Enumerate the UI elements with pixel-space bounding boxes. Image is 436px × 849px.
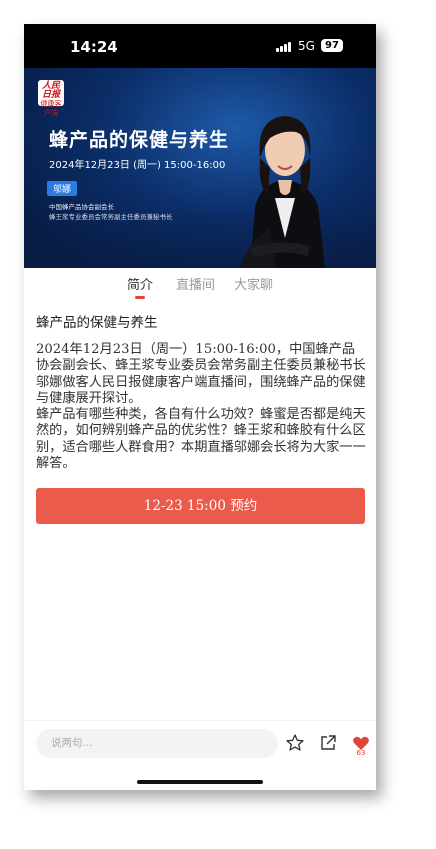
status-time: 14:24 (70, 38, 118, 56)
like-count: 63 (356, 749, 366, 757)
live-banner: 人民日报 健康客户端 蜂产品的保健与养生 2024年12月23日 (周一) 15… (24, 68, 376, 268)
banner-datetime: 2024年12月23日 (周一) 15:00-16:00 (49, 160, 226, 171)
battery-icon: 97 (321, 39, 343, 52)
network-label: 5G (298, 39, 315, 53)
tab-chat[interactable]: 大家聊 (234, 274, 273, 293)
app-logo: 人民日报 健康客户端 (38, 80, 64, 117)
content-title: 蜂产品的保健与养生 (36, 315, 158, 331)
tab-intro[interactable]: 简介 (127, 274, 153, 293)
speaker-role-1: 中国蜂产品协会副会长 (49, 203, 114, 211)
bottom-bar: 说两句... 63 (24, 720, 376, 767)
status-bar: 14:24 5G 97 (24, 24, 376, 68)
tab-live-room[interactable]: 直播间 (176, 274, 215, 293)
content-paragraph-1: 2024年12月23日（周一）15:00-16:00，中国蜂产品协会副会长、蜂王… (36, 342, 366, 406)
speaker-portrait (240, 116, 325, 268)
active-tab-indicator (135, 296, 145, 299)
home-indicator (137, 780, 263, 784)
reserve-button[interactable]: 12-23 15:00 预约 (36, 488, 365, 524)
content-paragraph-2: 蜂产品有哪些种类，各自有什么功效？蜂蜜是否都是纯天然的，如何辨别蜂产品的优劣性？… (36, 407, 366, 472)
banner-title: 蜂产品的保健与养生 (49, 129, 230, 151)
content-body: 2024年12月23日（周一）15:00-16:00，中国蜂产品协会副会长、蜂王… (36, 342, 366, 472)
comment-input[interactable]: 说两句... (36, 729, 278, 758)
tab-bar: 简介 直播间 大家聊 (24, 268, 376, 302)
star-icon[interactable] (285, 733, 305, 753)
signal-icon (276, 42, 294, 52)
speaker-name: 邬娜 (47, 181, 78, 196)
speaker-role-2: 蜂王浆专业委员会常务副主任委员兼秘书长 (49, 213, 173, 221)
share-icon[interactable] (318, 733, 338, 753)
